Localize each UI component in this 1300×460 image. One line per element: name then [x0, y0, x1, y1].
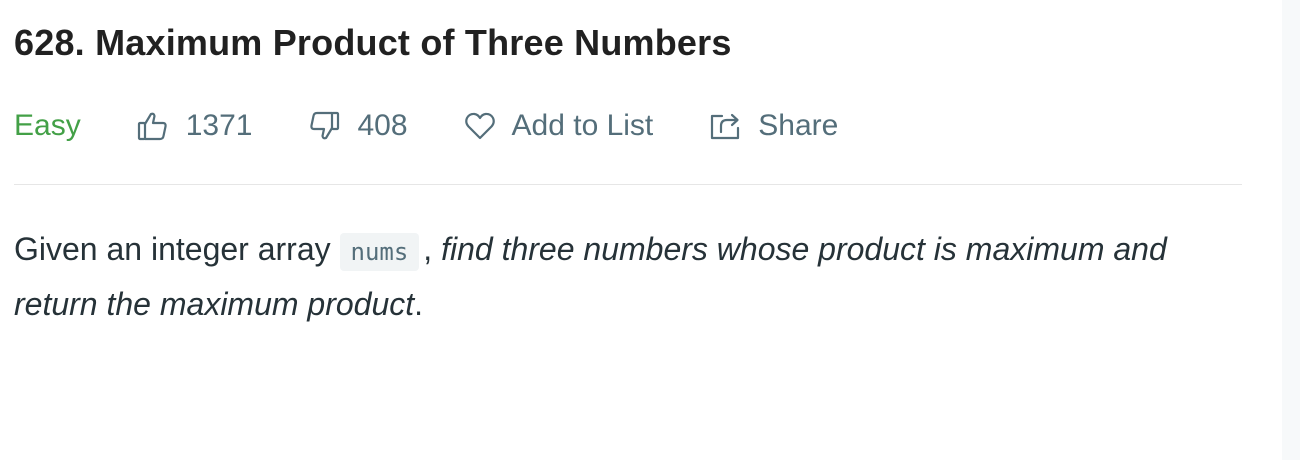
like-button[interactable]: 1371 — [137, 109, 253, 143]
heart-icon — [464, 112, 495, 140]
share-button[interactable]: Share — [709, 109, 838, 143]
statement-period: . — [414, 286, 424, 322]
scroll-gutter — [1282, 0, 1300, 460]
divider — [14, 184, 1242, 185]
problem-statement: Given an integer array nums, find three … — [14, 223, 1254, 330]
add-to-list-label: Add to List — [511, 109, 654, 142]
thumbs-up-icon — [137, 112, 167, 141]
statement-comma: , — [423, 231, 442, 267]
dislike-button[interactable]: 408 — [308, 109, 408, 143]
problem-meta-bar: Easy 1371 408 Add to List Share — [14, 106, 838, 146]
dislike-count: 408 — [357, 109, 408, 142]
difficulty-badge: Easy — [14, 109, 81, 142]
problem-title: 628. Maximum Product of Three Numbers — [14, 22, 732, 63]
statement-text: Given an integer array — [14, 231, 340, 267]
add-to-list-button[interactable]: Add to List — [464, 109, 654, 143]
share-icon — [711, 113, 740, 140]
thumbs-down-icon — [310, 111, 340, 140]
share-label: Share — [758, 109, 839, 142]
inline-code: nums — [339, 233, 420, 271]
like-count: 1371 — [185, 109, 253, 142]
